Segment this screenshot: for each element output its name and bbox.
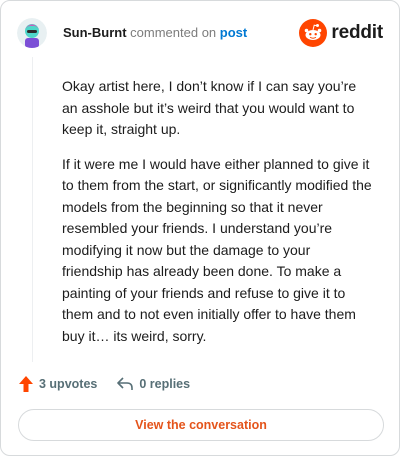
thread-line — [32, 57, 33, 362]
reply-icon — [117, 377, 134, 390]
comment-header: Sun-Burnt commented on post reddit — [1, 1, 399, 65]
comment-body: Okay artist here, I don’t know if I can … — [62, 76, 372, 360]
reddit-logo-icon — [299, 19, 328, 47]
comment-paragraph: Okay artist here, I don’t know if I can … — [62, 78, 357, 137]
comment-meta: Sun-Burnt commented on post — [63, 25, 247, 41]
upvote-count: 3 upvotes — [39, 377, 98, 391]
avatar[interactable] — [17, 18, 47, 48]
upvote-button[interactable]: 3 upvotes — [19, 376, 97, 392]
commented-on-text: commented on — [130, 25, 217, 40]
comment-paragraph: If it were me I would have either planne… — [62, 155, 372, 344]
comment-actions: 3 upvotes 0 replies — [19, 374, 190, 394]
reply-count: 0 replies — [139, 377, 191, 391]
reply-button[interactable]: 0 replies — [117, 377, 190, 391]
reddit-wordmark: reddit — [331, 22, 383, 43]
username[interactable]: Sun-Burnt — [63, 25, 127, 40]
reddit-logo[interactable]: reddit — [299, 19, 383, 47]
upvote-arrow-icon — [19, 376, 33, 392]
comment-embed-card: Sun-Burnt commented on post reddit Okay … — [0, 0, 400, 456]
post-link[interactable]: post — [220, 25, 247, 40]
view-conversation-button[interactable]: View the conversation — [18, 409, 384, 441]
